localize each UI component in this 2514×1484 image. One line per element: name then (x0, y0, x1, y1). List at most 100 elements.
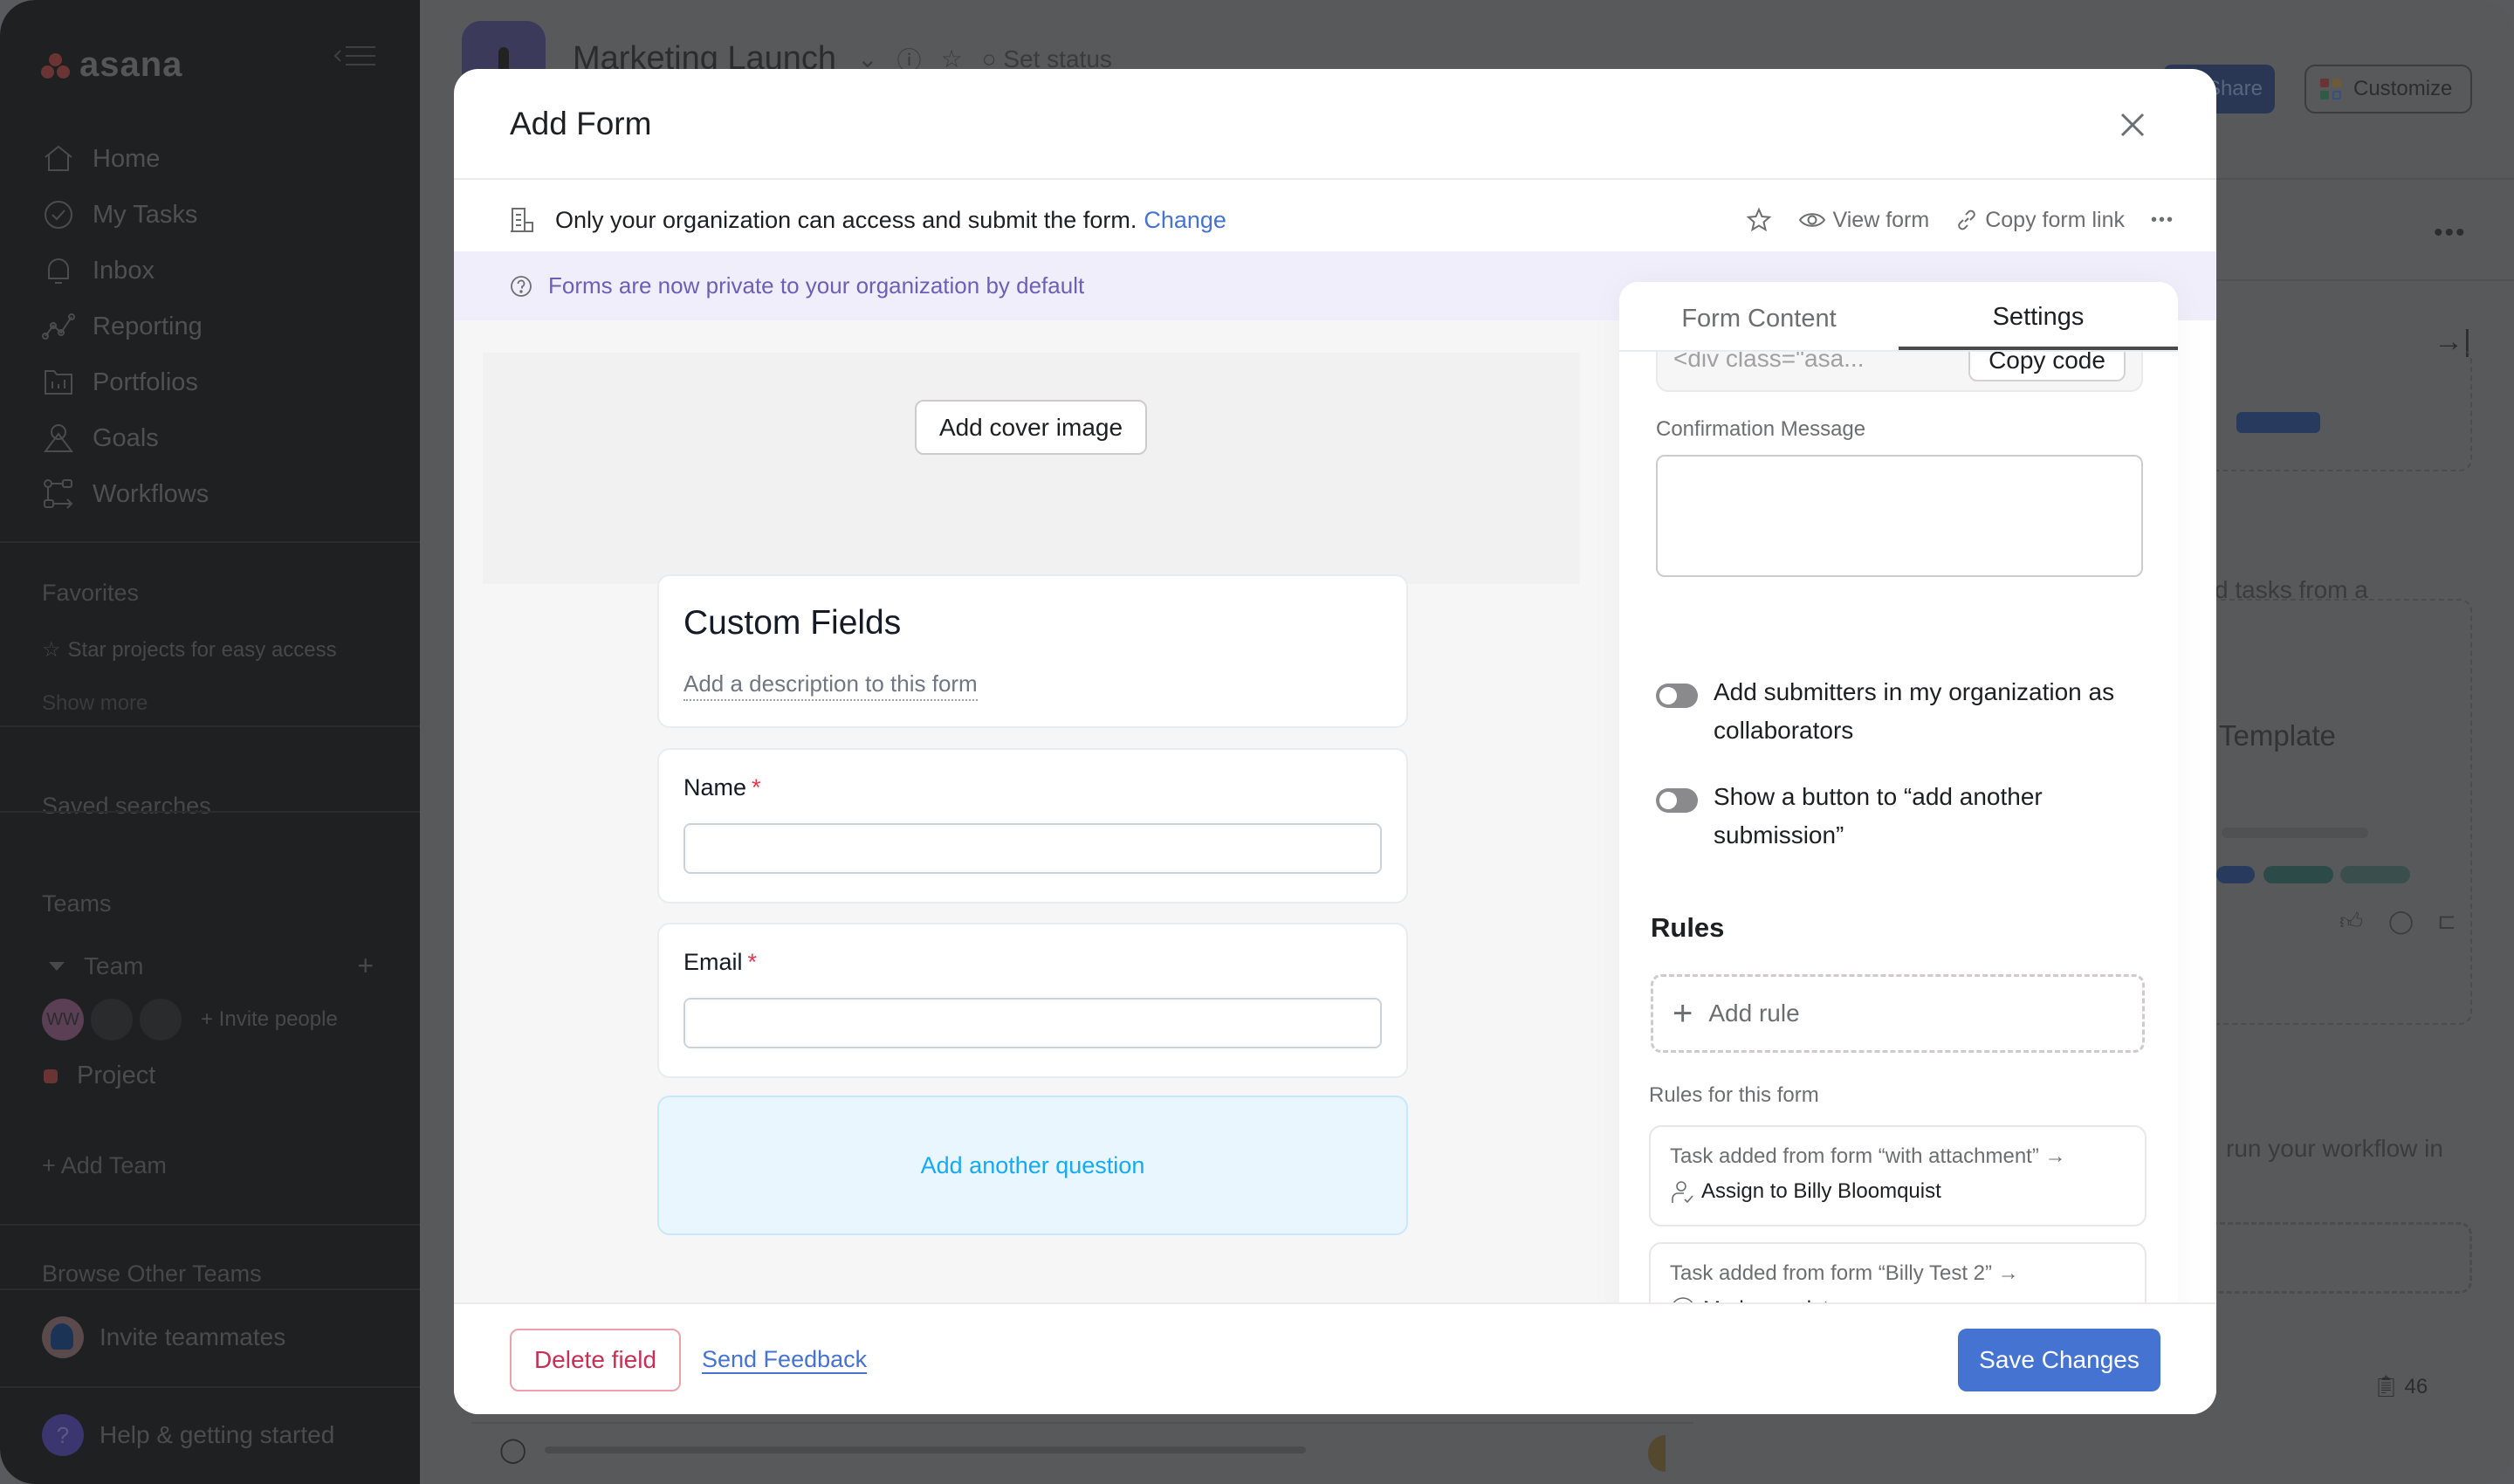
bg-pill (2216, 866, 2255, 883)
home-icon (45, 145, 72, 171)
bg-divider (2216, 178, 2514, 180)
toggle-row-collaborators: Add submitters in my organization as col… (1656, 678, 2145, 750)
sidebar-divider (0, 1224, 420, 1226)
link-icon (1958, 210, 1975, 230)
form-actions: View form Copy form link ••• (1746, 207, 2174, 233)
access-text: Only your organization can access and su… (555, 206, 1137, 233)
assign-user-icon (1672, 1181, 1693, 1204)
project-name: Project (77, 1061, 156, 1089)
star-icon[interactable] (1746, 207, 1772, 233)
toggle-label: Add submitters in my organization as col… (1714, 678, 2115, 744)
confirmation-message-input[interactable] (1656, 455, 2143, 577)
sidebar-item-label: Home (93, 144, 161, 173)
send-feedback-link[interactable]: Send Feedback (702, 1346, 867, 1373)
customize-button[interactable]: Customize (2304, 65, 2472, 113)
asana-logo-icon (41, 52, 71, 79)
eye-icon (1798, 213, 1825, 227)
sidebar-item-workflows[interactable]: Workflows (42, 466, 209, 522)
field-label-text: Email (683, 949, 743, 975)
add-collaborators-toggle[interactable] (1656, 684, 1698, 708)
plus-icon: + (1673, 994, 1693, 1033)
bg-pill (2340, 866, 2410, 883)
settings-tabs: Form Content Settings (1619, 282, 2178, 352)
form-field-card[interactable]: Email * (657, 923, 1408, 1078)
clipboard-icon: 📋︎ (2373, 1375, 2400, 1398)
sidebar-project-item[interactable]: Project (44, 1061, 155, 1090)
avatar-placeholder (140, 999, 182, 1041)
subtask-icon: ⊏ (2437, 908, 2456, 934)
bg-divider (471, 1422, 1693, 1424)
line-chart-icon (42, 313, 75, 340)
more-options-icon[interactable]: ••• (2151, 210, 2174, 230)
add-team-link[interactable]: + Add Team (42, 1152, 167, 1179)
sidebar-item-portfolios[interactable]: Portfolios (42, 354, 209, 410)
team-avatars: WW + Invite people (42, 999, 338, 1041)
bg-pill (545, 1446, 1306, 1453)
modal-footer: Delete field Send Feedback Save Changes (454, 1302, 2216, 1414)
check-circle-icon (45, 201, 72, 229)
collapse-sidebar-icon[interactable] (333, 45, 377, 66)
invite-illustration-icon (42, 1316, 84, 1358)
rule-card[interactable]: Task added from form “with attachment” →… (1649, 1125, 2147, 1226)
email-input[interactable] (683, 998, 1382, 1048)
save-changes-button[interactable]: Save Changes (1958, 1329, 2160, 1391)
field-label-text: Name (683, 774, 747, 800)
rules-subheading: Rules for this form (1649, 1083, 1819, 1107)
help-label: Help & getting started (100, 1421, 335, 1448)
bg-pill (2263, 866, 2333, 883)
task-check-icon[interactable]: ◯ (499, 1435, 526, 1464)
help-icon: ? (42, 1414, 84, 1456)
sidebar-item-my-tasks[interactable]: My Tasks (42, 187, 209, 243)
form-title[interactable]: Custom Fields (683, 604, 901, 642)
team-row[interactable]: Team + (49, 950, 374, 982)
teams-heading: Teams (42, 890, 112, 917)
add-cover-image-button[interactable]: Add cover image (915, 400, 1147, 455)
logo-text: asana (79, 45, 183, 84)
settings-panel: Form Content Settings <div class="asa...… (1619, 282, 2178, 1373)
view-form-button[interactable]: View form (1798, 208, 1929, 233)
team-name: Team (84, 952, 144, 979)
sidebar-divider (0, 725, 420, 727)
sidebar-item-inbox[interactable]: Inbox (42, 243, 209, 299)
asana-logo[interactable]: asana (41, 45, 182, 85)
add-rule-button[interactable]: + Add rule (1651, 974, 2145, 1053)
copy-form-link-button[interactable]: Copy form link (1955, 208, 2125, 233)
add-another-submission-toggle[interactable] (1656, 788, 1698, 813)
close-icon[interactable] (2115, 107, 2150, 142)
form-description-input[interactable]: Add a description to this form (683, 670, 978, 701)
change-access-link[interactable]: Change (1144, 207, 1226, 234)
tab-form-content[interactable]: Form Content (1619, 282, 1899, 350)
question-circle-icon (511, 275, 532, 297)
saved-searches-heading[interactable]: Saved searches (42, 793, 211, 820)
confirmation-message-label: Confirmation Message (1656, 417, 1866, 441)
form-title-card[interactable]: Custom Fields Add a description to this … (657, 574, 1408, 728)
bg-card (2200, 349, 2472, 471)
delete-field-button[interactable]: Delete field (510, 1329, 681, 1391)
required-mark: * (747, 949, 758, 975)
sidebar-item-label: Workflows (93, 479, 210, 508)
sidebar-divider (0, 811, 420, 813)
sidebar-item-goals[interactable]: Goals (42, 410, 209, 466)
help-button[interactable]: ? Help & getting started (42, 1414, 334, 1456)
avatar[interactable]: WW (42, 999, 84, 1041)
name-input[interactable] (683, 823, 1382, 874)
tab-settings[interactable]: Settings (1899, 282, 2178, 350)
sidebar-item-home[interactable]: Home (42, 131, 209, 187)
folder-chart-icon (45, 370, 72, 395)
sidebar-divider (0, 1288, 420, 1290)
invite-people-link[interactable]: + Invite people (201, 1007, 338, 1032)
add-another-question-button[interactable]: Add another question (657, 1096, 1408, 1235)
add-to-team-icon[interactable]: + (357, 950, 374, 982)
required-mark: * (752, 774, 761, 800)
more-options-icon[interactable]: ••• (2434, 218, 2467, 248)
invite-teammates-button[interactable]: Invite teammates (42, 1316, 285, 1358)
banner-text: Forms are now private to your organizati… (548, 272, 1085, 299)
show-more-link[interactable]: Show more (42, 691, 148, 716)
form-field-card[interactable]: Name * (657, 748, 1408, 903)
access-row: Only your organization can access and su… (510, 203, 2174, 237)
favorites-heading: Favorites (42, 580, 140, 606)
bg-divider (2216, 279, 2514, 281)
bg-button-placeholder (2236, 412, 2320, 433)
browse-other-teams-link[interactable]: Browse Other Teams (42, 1261, 262, 1288)
sidebar-item-reporting[interactable]: Reporting (42, 299, 209, 354)
